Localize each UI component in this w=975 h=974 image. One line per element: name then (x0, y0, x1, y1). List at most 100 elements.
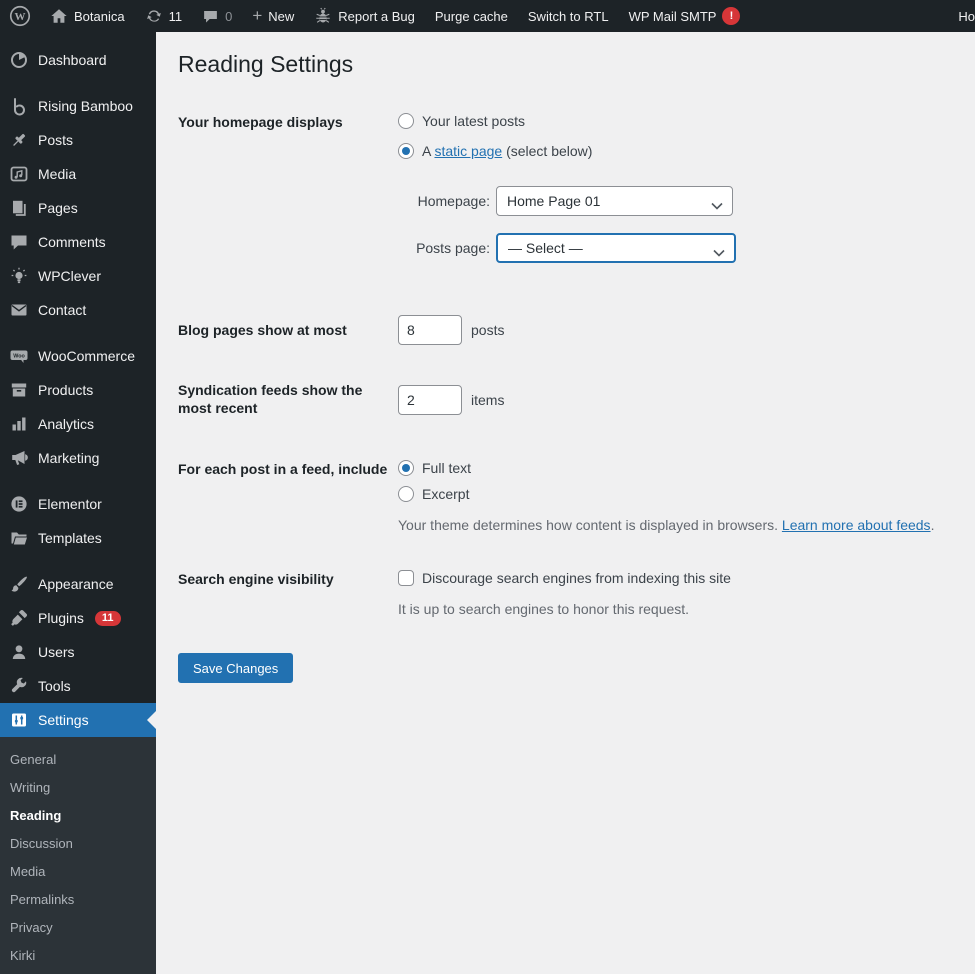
admin-sidebar: Dashboard Rising Bamboo Posts Media Page… (0, 32, 156, 974)
blog-pages-row: Blog pages show at most posts (178, 315, 504, 345)
media-icon (9, 164, 29, 184)
switch-to-rtl-link[interactable]: Switch to RTL (518, 0, 619, 32)
sidebar-item-wpclever[interactable]: WPClever (0, 259, 156, 293)
howdy-link[interactable]: Ho (958, 0, 975, 32)
new-content-link[interactable]: + New (242, 0, 304, 32)
menu-separator (0, 77, 156, 89)
sidebar-item-marketing[interactable]: Marketing (0, 441, 156, 475)
sidebar-item-plugins[interactable]: Plugins 11 (0, 601, 156, 635)
learn-more-feeds-link[interactable]: Learn more about feeds (782, 517, 931, 533)
sidebar-item-label: Elementor (38, 496, 102, 512)
sidebar-item-label: Analytics (38, 416, 95, 432)
user-icon (9, 642, 29, 662)
sidebar-item-rising-bamboo[interactable]: Rising Bamboo (0, 89, 156, 123)
excerpt-option[interactable]: Excerpt (398, 486, 471, 502)
posts-page-select-value: — Select — (508, 240, 583, 256)
svg-text:W: W (15, 11, 26, 23)
sidebar-item-tools[interactable]: Tools (0, 669, 156, 703)
submenu-item-discussion[interactable]: Discussion (0, 829, 156, 857)
full-text-radio[interactable] (398, 460, 414, 476)
static-page-radio[interactable] (398, 143, 414, 159)
sidebar-item-appearance[interactable]: Appearance (0, 567, 156, 601)
bug-icon (314, 7, 332, 25)
box-icon (9, 380, 29, 400)
wrench-icon (9, 676, 29, 696)
sidebar-item-label: WPClever (38, 268, 102, 284)
sidebar-item-label: Tools (38, 678, 71, 694)
sidebar-item-posts[interactable]: Posts (0, 123, 156, 157)
posts-page-select[interactable]: — Select — (496, 233, 736, 263)
wordpress-logo-menu[interactable]: W (0, 0, 40, 32)
homepage-displays-label: Your homepage displays (178, 114, 343, 130)
sidebar-item-users[interactable]: Users (0, 635, 156, 669)
discourage-indexing-option[interactable]: Discourage search engines from indexing … (398, 570, 731, 586)
submenu-label: Kirki (10, 947, 36, 963)
static-page-link[interactable]: static page (434, 143, 502, 159)
submenu-item-writing[interactable]: Writing (0, 773, 156, 801)
full-text-label: Full text (422, 460, 472, 476)
syndication-label: Syndication feeds show the most recent (178, 382, 363, 416)
save-changes-button[interactable]: Save Changes (178, 653, 294, 683)
homepage-select-row: Homepage: Home Page 01 (398, 186, 733, 216)
sidebar-item-analytics[interactable]: Analytics (0, 407, 156, 441)
pin-icon (9, 130, 29, 150)
updates-icon (145, 7, 163, 25)
sidebar-item-label: Marketing (38, 450, 100, 466)
sidebar-item-comments[interactable]: Comments (0, 225, 156, 259)
blog-pages-unit: posts (471, 322, 505, 338)
purge-cache-link[interactable]: Purge cache (425, 0, 518, 32)
dashboard-icon (9, 50, 29, 70)
sidebar-item-label: Products (38, 382, 94, 398)
search-visibility-label: Search engine visibility (178, 571, 334, 587)
report-bug-label: Report a Bug (338, 8, 415, 24)
feed-include-row: For each post in a feed, include Full te… (178, 460, 471, 502)
sidebar-item-settings[interactable]: Settings (0, 703, 156, 737)
discourage-indexing-checkbox[interactable] (398, 570, 414, 586)
submenu-item-privacy[interactable]: Privacy (0, 913, 156, 941)
home-icon (50, 7, 68, 25)
rising-bamboo-icon (9, 96, 29, 116)
sidebar-item-woocommerce[interactable]: Woo WooCommerce (0, 339, 156, 373)
blog-pages-label: Blog pages show at most (178, 322, 347, 338)
sidebar-item-label: Dashboard (38, 52, 107, 68)
sidebar-item-media[interactable]: Media (0, 157, 156, 191)
latest-posts-radio[interactable] (398, 113, 414, 129)
wp-mail-smtp-link[interactable]: WP Mail SMTP ! (619, 0, 751, 32)
comments-link[interactable]: 0 (192, 0, 242, 32)
sidebar-item-dashboard[interactable]: Dashboard (0, 43, 156, 77)
full-text-option[interactable]: Full text (398, 460, 471, 476)
submenu-item-general[interactable]: General (0, 745, 156, 773)
posts-page-select-label: Posts page: (416, 240, 490, 256)
feeds-note-text: Your theme determines how content is dis… (398, 517, 782, 533)
excerpt-radio[interactable] (398, 486, 414, 502)
sidebar-item-elementor[interactable]: Elementor (0, 487, 156, 521)
latest-posts-option[interactable]: Your latest posts (398, 113, 592, 129)
sidebar-item-label: Comments (38, 234, 106, 250)
sidebar-item-products[interactable]: Products (0, 373, 156, 407)
submenu-item-kirki[interactable]: Kirki (0, 941, 156, 969)
submenu-item-reading[interactable]: Reading (0, 801, 156, 829)
sidebar-item-pages[interactable]: Pages (0, 191, 156, 225)
report-a-bug-link[interactable]: Report a Bug (304, 0, 425, 32)
comment-icon (9, 232, 29, 252)
homepage-select[interactable]: Home Page 01 (496, 186, 733, 216)
menu-separator (0, 555, 156, 567)
static-page-option[interactable]: A static page (select below) (398, 143, 592, 159)
sidebar-item-templates[interactable]: Templates (0, 521, 156, 555)
blog-pages-input[interactable] (398, 315, 462, 345)
comment-icon (202, 8, 219, 25)
envelope-icon (9, 300, 29, 320)
static-page-label: A static page (select below) (422, 143, 592, 159)
syndication-row: Syndication feeds show the most recent i… (178, 381, 504, 417)
updates-link[interactable]: 11 (135, 0, 193, 32)
sidebar-item-label: Settings (38, 712, 89, 728)
discourage-indexing-label: Discourage search engines from indexing … (422, 570, 731, 586)
megaphone-icon (9, 448, 29, 468)
submenu-item-media[interactable]: Media (0, 857, 156, 885)
sidebar-item-contact[interactable]: Contact (0, 293, 156, 327)
submenu-item-permalinks[interactable]: Permalinks (0, 885, 156, 913)
syndication-input[interactable] (398, 385, 462, 415)
site-name-link[interactable]: Botanica (40, 0, 135, 32)
homepage-select-value: Home Page 01 (507, 193, 601, 209)
lightbulb-icon (9, 266, 29, 286)
